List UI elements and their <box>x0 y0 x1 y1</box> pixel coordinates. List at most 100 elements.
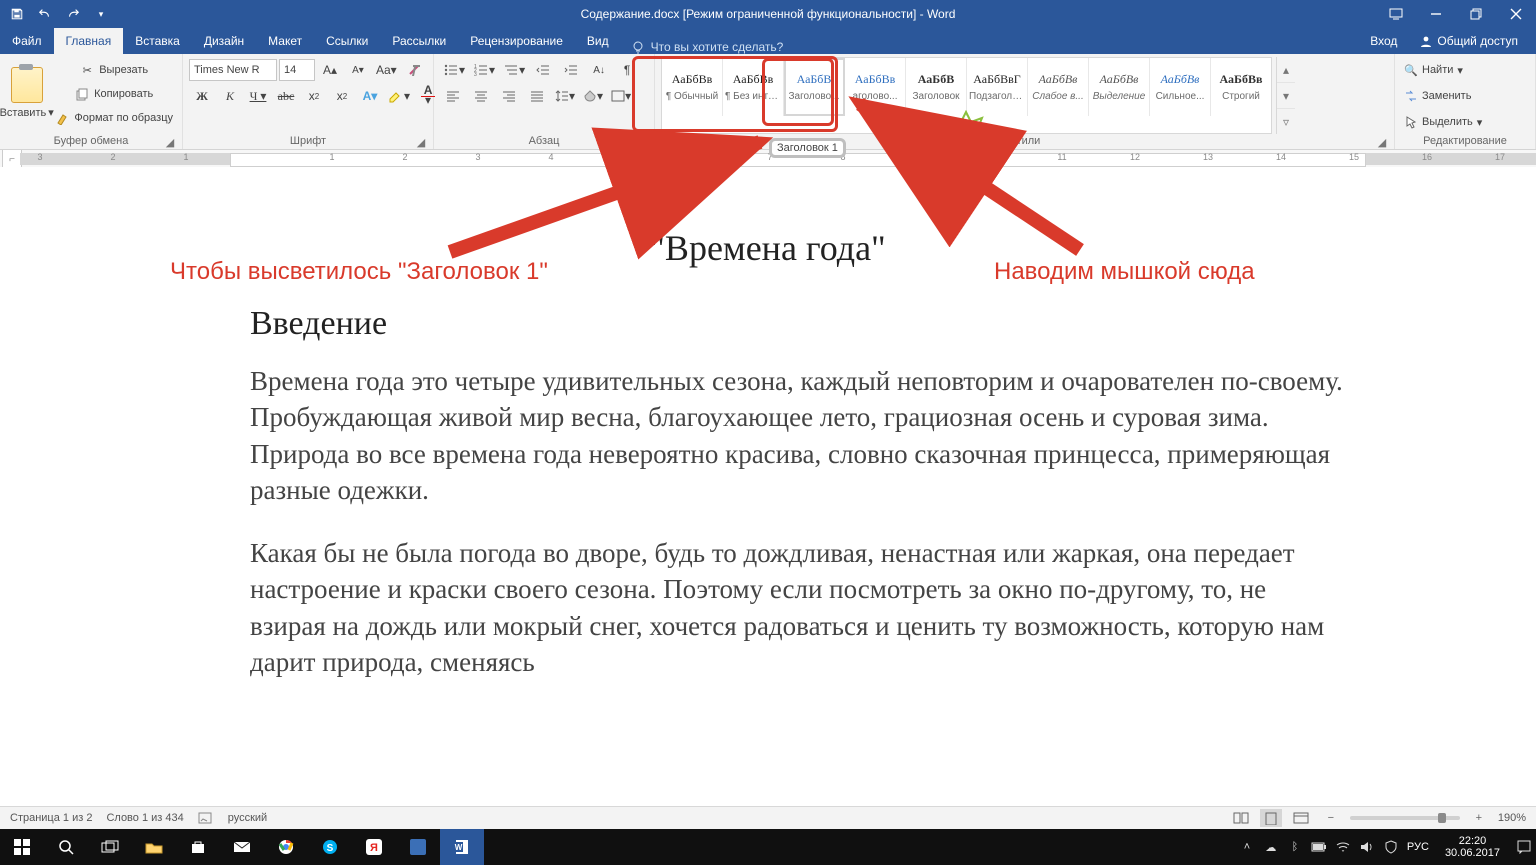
signin-link[interactable]: Вход <box>1364 28 1403 54</box>
styles-expand-icon[interactable]: ▿ <box>1277 109 1295 134</box>
clipboard-launcher-icon[interactable]: ◢ <box>164 136 176 148</box>
tab-references[interactable]: Ссылки <box>314 28 380 54</box>
replace-button[interactable]: Заменить <box>1401 85 1474 107</box>
numbering-icon[interactable]: 123▾ <box>470 59 498 81</box>
line-spacing-icon[interactable]: ▾ <box>552 85 578 107</box>
mail-icon[interactable] <box>220 829 264 865</box>
undo-icon[interactable] <box>34 3 56 25</box>
shading-icon[interactable]: ▾ <box>580 85 606 107</box>
underline-button[interactable]: Ч ▾ <box>245 85 271 107</box>
share-button[interactable]: Общий доступ <box>1413 28 1524 54</box>
pilcrow-icon[interactable]: ¶ <box>614 59 640 81</box>
format-painter-button[interactable]: Формат по образцу <box>51 107 176 129</box>
align-right-icon[interactable] <box>496 85 522 107</box>
close-icon[interactable] <box>1496 0 1536 28</box>
select-button[interactable]: Выделить ▾ <box>1401 111 1485 133</box>
style-chip-0[interactable]: АаБбВв¶ Обычный <box>662 58 723 116</box>
tray-onedrive-icon[interactable]: ☁ <box>1263 839 1279 855</box>
status-proof-icon[interactable] <box>198 811 214 825</box>
tray-chevron-icon[interactable]: ˄ <box>1239 839 1255 855</box>
zoom-slider[interactable] <box>1350 816 1460 820</box>
tray-bt-icon[interactable]: ᛒ <box>1287 839 1303 855</box>
document-area[interactable]: "Времена года" Введение Времена года это… <box>0 167 1536 843</box>
tab-file[interactable]: Файл <box>0 28 54 54</box>
italic-button[interactable]: К <box>217 85 243 107</box>
style-chip-4[interactable]: АаБбВЗаголовок <box>906 58 967 116</box>
explorer-icon[interactable] <box>132 829 176 865</box>
tray-defender-icon[interactable] <box>1383 839 1399 855</box>
inc-indent-icon[interactable] <box>558 59 584 81</box>
tab-layout[interactable]: Макет <box>256 28 314 54</box>
subscript-button[interactable]: x2 <box>301 85 327 107</box>
document-title[interactable]: "Времена года" <box>30 227 1506 269</box>
styles-row-up-icon[interactable]: ▴ <box>1277 57 1295 83</box>
tab-view[interactable]: Вид <box>575 28 621 54</box>
tray-notifications-icon[interactable] <box>1516 839 1532 855</box>
app-icon[interactable] <box>396 829 440 865</box>
highlight-icon[interactable]: ▾ <box>385 85 413 107</box>
styles-launcher-icon[interactable]: ◢ <box>1376 136 1388 148</box>
style-chip-7[interactable]: АаБбВвВыделение <box>1089 58 1150 116</box>
paste-button[interactable]: Вставить ▾ <box>6 57 47 127</box>
tray-battery-icon[interactable] <box>1311 839 1327 855</box>
paragraph-launcher-icon[interactable]: ◢ <box>636 136 648 148</box>
status-words[interactable]: Слово 1 из 434 <box>106 812 183 824</box>
bullets-icon[interactable]: ▾ <box>440 59 468 81</box>
qat-more-icon[interactable]: ▾ <box>90 3 112 25</box>
font-size-input[interactable] <box>279 59 315 81</box>
strike-button[interactable]: abc <box>273 85 299 107</box>
heading-1[interactable]: Введение <box>250 305 1506 343</box>
restore-icon[interactable] <box>1456 0 1496 28</box>
tray-clock[interactable]: 22:20 30.06.2017 <box>1437 835 1508 859</box>
view-read-icon[interactable] <box>1230 809 1252 827</box>
minimize-icon[interactable] <box>1416 0 1456 28</box>
ribbon-opts-icon[interactable] <box>1376 0 1416 28</box>
grow-font-icon[interactable]: A▴ <box>317 59 343 81</box>
tray-lang[interactable]: РУС <box>1407 841 1429 853</box>
sort-icon[interactable]: A↓ <box>586 59 612 81</box>
style-chip-6[interactable]: АаБбВвСлабое в... <box>1028 58 1089 116</box>
store-icon[interactable] <box>176 829 220 865</box>
zoom-value[interactable]: 190% <box>1498 812 1526 824</box>
tray-volume-icon[interactable] <box>1359 839 1375 855</box>
tab-design[interactable]: Дизайн <box>192 28 256 54</box>
change-case-icon[interactable]: Aa▾ <box>373 59 400 81</box>
find-button[interactable]: 🔍Найти ▾ <box>1401 59 1466 81</box>
font-launcher-icon[interactable]: ◢ <box>415 136 427 148</box>
tab-insert[interactable]: Вставка <box>123 28 192 54</box>
yandex-icon[interactable]: Я <box>352 829 396 865</box>
style-chip-5[interactable]: АаБбВвГПодзаголо... <box>967 58 1028 116</box>
clear-format-icon[interactable] <box>402 59 428 81</box>
tab-review[interactable]: Рецензирование <box>458 28 575 54</box>
dec-indent-icon[interactable] <box>530 59 556 81</box>
borders-icon[interactable]: ▾ <box>608 85 634 107</box>
tray-wifi-icon[interactable] <box>1335 839 1351 855</box>
view-print-icon[interactable] <box>1260 809 1282 827</box>
tell-me[interactable]: Что вы хотите сделать? <box>631 40 784 54</box>
style-chip-9[interactable]: АаБбВвСтрогий <box>1211 58 1271 116</box>
copy-button[interactable]: Копировать <box>51 83 176 105</box>
align-left-icon[interactable] <box>440 85 466 107</box>
multilevel-icon[interactable]: ▾ <box>500 59 528 81</box>
styles-row-down-icon[interactable]: ▾ <box>1277 83 1295 109</box>
style-chip-1[interactable]: АаБбВв¶ Без инте... <box>723 58 784 116</box>
cut-button[interactable]: ✂ Вырезать <box>51 59 176 81</box>
align-justify-icon[interactable] <box>524 85 550 107</box>
text-effects-icon[interactable]: A▾ <box>357 85 383 107</box>
start-button[interactable] <box>0 829 44 865</box>
word-icon[interactable]: W <box>440 829 484 865</box>
task-view-icon[interactable] <box>88 829 132 865</box>
view-web-icon[interactable] <box>1290 809 1312 827</box>
paragraph-2[interactable]: Какая бы не была погода во дворе, будь т… <box>250 535 1346 681</box>
align-center-icon[interactable] <box>468 85 494 107</box>
tab-mailings[interactable]: Рассылки <box>380 28 458 54</box>
style-chip-2[interactable]: АаБбВЗаголово... <box>784 58 845 116</box>
chrome-icon[interactable] <box>264 829 308 865</box>
bold-button[interactable]: Ж <box>189 85 215 107</box>
tab-home[interactable]: Главная <box>54 28 124 54</box>
zoom-in-icon[interactable]: + <box>1468 809 1490 827</box>
style-chip-3[interactable]: АаБбВваголово... <box>845 58 906 116</box>
style-chip-8[interactable]: АаБбВвСильное... <box>1150 58 1211 116</box>
status-page[interactable]: Страница 1 из 2 <box>10 812 92 824</box>
shrink-font-icon[interactable]: A▾ <box>345 59 371 81</box>
